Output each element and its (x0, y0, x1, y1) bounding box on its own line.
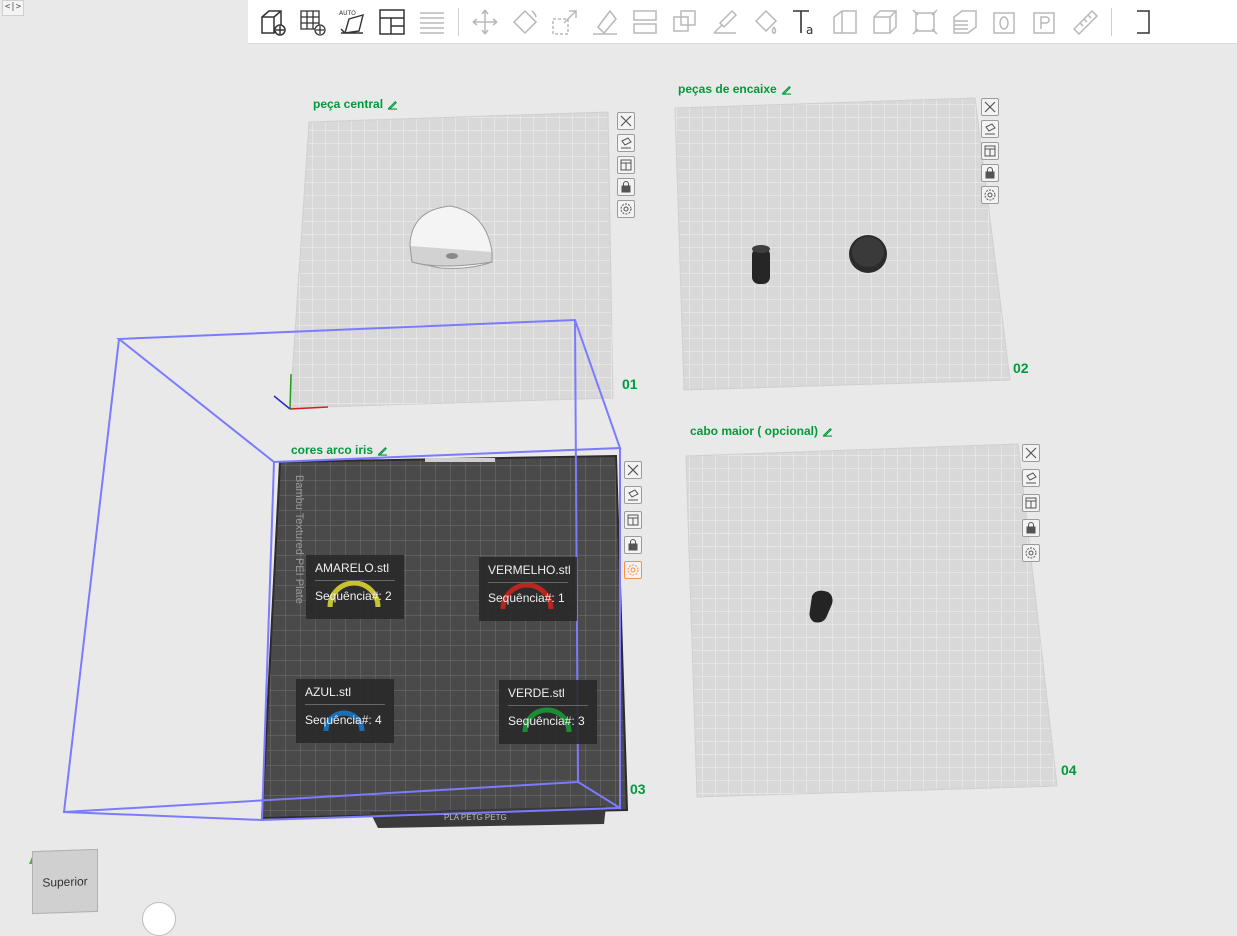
plate-tools-04 (1022, 444, 1040, 562)
object-label-azul[interactable]: AZUL.stl Sequência#: 4 (296, 679, 394, 743)
orient-plate-button[interactable] (617, 134, 635, 152)
close-icon (620, 115, 632, 127)
plate-tools-02 (981, 98, 999, 204)
plate-name-label: peça central (313, 97, 384, 111)
pin-model[interactable] (752, 245, 770, 284)
edit-pencil-icon[interactable] (781, 84, 792, 95)
plate-settings-button[interactable] (617, 200, 635, 218)
gear-icon (627, 564, 639, 576)
disc-model[interactable] (849, 235, 887, 273)
arrange-plate-button[interactable] (981, 142, 999, 160)
object-sequence: Sequência#: 1 (488, 591, 565, 605)
arrange-icon (984, 145, 996, 157)
plate-name-label: cabo maior ( opcional) (690, 424, 819, 438)
lock-plate-button[interactable] (624, 536, 642, 554)
lock-icon (621, 181, 631, 193)
close-icon (984, 101, 996, 113)
object-label-vermelho[interactable]: VERMELHO.stl Sequência#: 1 (479, 557, 577, 621)
view-cube[interactable]: Superior (32, 848, 98, 915)
orient-plate-button[interactable] (624, 486, 642, 504)
plate-03[interactable] (260, 454, 629, 828)
plate-filament-text: PLA PETG PETG (444, 813, 507, 822)
edit-pencil-icon[interactable] (387, 99, 398, 110)
view-cube-label: Superior (42, 873, 88, 890)
close-icon (627, 464, 639, 476)
plate-name-03[interactable]: cores arco iris (291, 443, 388, 457)
orient-icon (985, 123, 996, 135)
remove-plate-button[interactable] (1022, 444, 1040, 462)
arrange-icon (620, 159, 632, 171)
plate-settings-button[interactable] (1022, 544, 1040, 562)
lock-icon (628, 539, 638, 551)
plate-tools-01 (617, 112, 635, 218)
lock-icon (985, 167, 995, 179)
remove-plate-button[interactable] (617, 112, 635, 130)
lock-plate-button[interactable] (1022, 519, 1040, 537)
gear-icon (1025, 547, 1037, 559)
plate-settings-button[interactable] (624, 561, 642, 579)
close-icon (1025, 447, 1037, 459)
plate-number-03: 03 (630, 781, 646, 797)
edit-pencil-icon[interactable] (822, 426, 833, 437)
object-label-verde[interactable]: VERDE.stl Sequência#: 3 (499, 680, 597, 744)
arrange-plate-button[interactable] (1022, 494, 1040, 512)
lock-plate-button[interactable] (617, 178, 635, 196)
lock-plate-button[interactable] (981, 164, 999, 182)
object-name: AMARELO.stl (315, 561, 395, 581)
plate-name-label: cores arco iris (291, 443, 374, 457)
arrange-icon (1025, 497, 1037, 509)
orient-plate-button[interactable] (1022, 469, 1040, 487)
object-name: VERDE.stl (508, 686, 588, 706)
plate-04[interactable] (685, 443, 1058, 798)
arrange-plate-button[interactable] (617, 156, 635, 174)
view-options-button[interactable] (142, 902, 176, 936)
orient-icon (628, 489, 639, 501)
plate-settings-button[interactable] (981, 186, 999, 204)
plate-number-04: 04 (1061, 762, 1077, 778)
remove-plate-button[interactable] (624, 461, 642, 479)
plate-02[interactable] (674, 97, 1011, 391)
plate-brand-text: Bambu Textured PEI Plate (293, 475, 305, 604)
arrange-plate-button[interactable] (624, 511, 642, 529)
object-label-amarelo[interactable]: AMARELO.stl Sequência#: 2 (306, 555, 404, 619)
orient-icon (621, 137, 632, 149)
gear-icon (620, 203, 632, 215)
object-name: VERMELHO.stl (488, 563, 571, 583)
plate-number-02: 02 (1013, 360, 1029, 376)
object-sequence: Sequência#: 3 (508, 714, 585, 728)
plate-name-02[interactable]: peças de encaixe (678, 82, 792, 96)
plate-name-label: peças de encaixe (678, 82, 777, 96)
plate-number-01: 01 (622, 376, 638, 392)
object-sequence: Sequência#: 2 (315, 589, 392, 603)
plate-name-04[interactable]: cabo maior ( opcional) (690, 424, 833, 438)
gear-icon (984, 189, 996, 201)
orient-icon (1026, 472, 1037, 484)
edit-pencil-icon[interactable] (377, 445, 388, 456)
object-sequence: Sequência#: 4 (305, 713, 382, 727)
arrange-icon (627, 514, 639, 526)
object-name: AZUL.stl (305, 685, 385, 705)
orient-plate-button[interactable] (981, 120, 999, 138)
remove-plate-button[interactable] (981, 98, 999, 116)
plate-name-01[interactable]: peça central (313, 97, 398, 111)
lock-icon (1026, 522, 1036, 534)
plate-tools-03 (624, 461, 642, 579)
